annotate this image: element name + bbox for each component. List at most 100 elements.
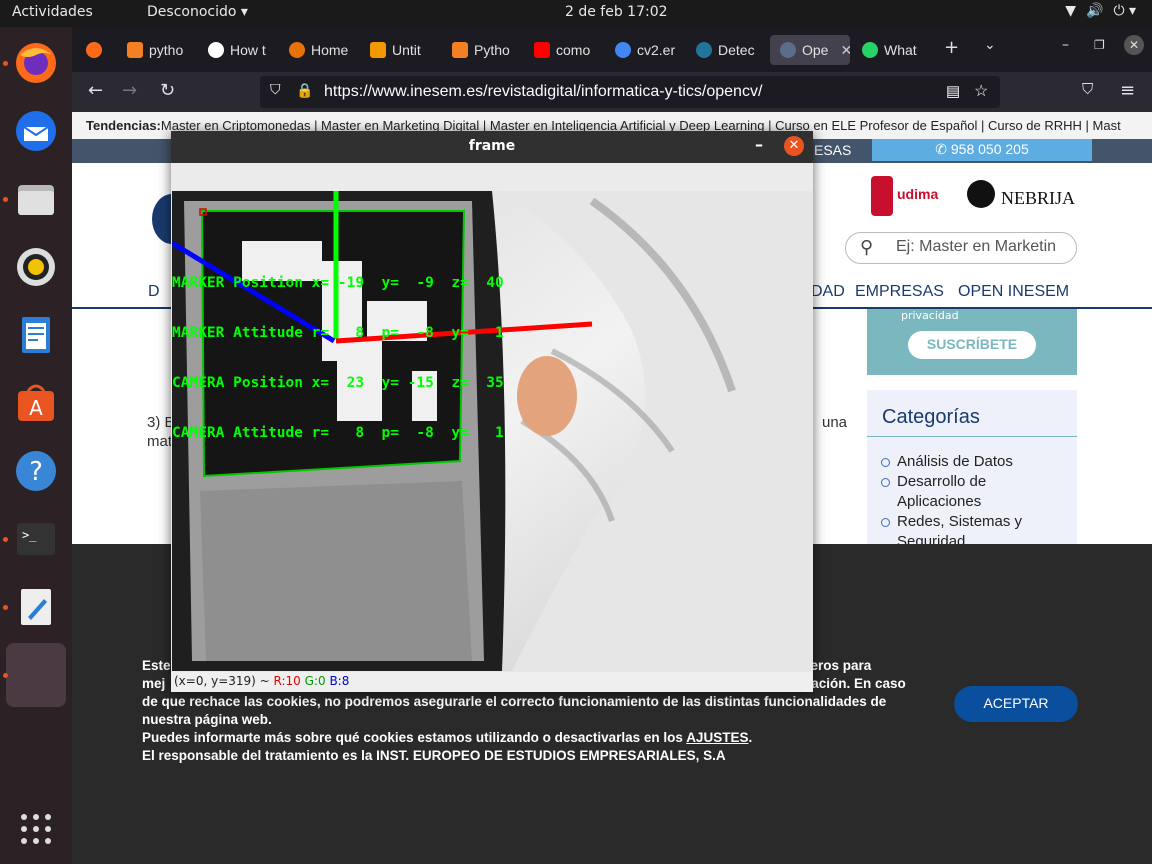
tab-favicon [534, 42, 550, 58]
tab-0[interactable]: pytho [117, 35, 195, 65]
tab-8-active[interactable]: Ope ✕ [770, 35, 850, 65]
phone-button[interactable]: ✆ 958 050 205 [872, 139, 1092, 161]
firefox-view-icon[interactable] [76, 35, 110, 65]
text-editor-icon[interactable] [8, 579, 64, 635]
article-text-right: una [822, 414, 848, 431]
frame-minimize-icon[interactable]: – [755, 135, 763, 154]
thunderbird-icon[interactable] [8, 103, 64, 159]
cookie-line: El responsable del tratamiento es la INS… [142, 748, 726, 763]
tab-label: pytho [149, 42, 184, 58]
tab-close-icon[interactable]: ✕ [840, 42, 850, 59]
nav-bar: ← → ↻ ⛉ 🔒 https://www.inesem.es/revistad… [72, 72, 1152, 112]
tab-1[interactable]: How t [198, 35, 276, 65]
tab-2[interactable]: Home [279, 35, 357, 65]
tab-5[interactable]: como [524, 35, 602, 65]
opencv-frame-window[interactable]: frame – ✕ MARKER Position x= -19 y= -9 z… [171, 131, 813, 692]
tab-label: Untit [392, 42, 421, 58]
search-placeholder: Ej: Master en Marketin [896, 238, 1057, 255]
maximize-icon[interactable]: ❐ [1094, 38, 1105, 52]
activities-button[interactable]: Actividades [12, 4, 93, 20]
active-window-item[interactable] [6, 643, 66, 707]
dock: A ? >_ [0, 27, 72, 864]
lock-icon[interactable]: 🔒 [296, 82, 313, 99]
status-green: G:0 [304, 674, 326, 688]
wifi-icon: ▼ [1065, 3, 1076, 19]
system-tray[interactable]: ▼ 🔊 ⏻ ▾ [1065, 3, 1136, 19]
categories-box: Categorías Análisis de Datos Desarrollo … [867, 390, 1077, 550]
url-text[interactable]: https://www.inesem.es/revistadigital/inf… [324, 83, 762, 101]
software-center-icon[interactable]: A [8, 375, 64, 431]
tab-label: cv2.er [637, 42, 676, 58]
show-apps-icon[interactable] [8, 801, 64, 857]
status-blue: B:8 [329, 674, 350, 688]
frame-statusbar: (x=0, y=319) ~ R:10 G:0 B:8 [171, 672, 813, 692]
system-top-bar: Actividades Desconocido ▾ 2 de feb 17:02… [0, 0, 1152, 27]
tab-3[interactable]: Untit [360, 35, 438, 65]
tab-4[interactable]: Pytho [442, 35, 520, 65]
tab-favicon [127, 42, 143, 58]
forward-icon[interactable]: → [122, 80, 137, 101]
tab-favicon [452, 42, 468, 58]
cookie-line: ceros para [803, 658, 872, 673]
menu-item-open-inesem[interactable]: OPEN INESEM [958, 283, 1069, 301]
tab-favicon [862, 42, 878, 58]
menu-item-empresas[interactable]: EMPRESAS [855, 283, 944, 301]
divider [867, 436, 1077, 437]
cookie-settings-link[interactable]: AJUSTES [686, 730, 748, 745]
partner-logos: udima NEBRIJA [869, 172, 1079, 226]
tracking-shield-icon[interactable]: ⛉ [270, 81, 281, 98]
menu-item-left[interactable]: D [148, 283, 160, 301]
newsletter-box: privacidad SUSCRÍBETE [867, 309, 1077, 375]
tab-7[interactable]: Detec [686, 35, 764, 65]
tab-9[interactable]: What [852, 35, 930, 65]
menu-icon[interactable]: ≡ [1120, 80, 1135, 101]
clock[interactable]: 2 de feb 17:02 [565, 4, 668, 20]
camera-feed[interactable]: MARKER Position x= -19 y= -9 z= 40 MARKE… [172, 191, 812, 671]
tab-label: What [884, 42, 917, 58]
tab-favicon [370, 42, 386, 58]
rhythmbox-icon[interactable] [8, 239, 64, 295]
site-search-input[interactable]: ⚲ Ej: Master en Marketin [845, 232, 1077, 264]
reader-view-icon[interactable]: ▤ [946, 82, 960, 100]
files-icon[interactable] [8, 171, 64, 227]
writer-icon[interactable] [8, 307, 64, 363]
tab-label: como [556, 42, 591, 58]
tab-label: Detec [718, 42, 755, 58]
reload-icon[interactable]: ↻ [160, 80, 175, 101]
close-window-icon[interactable]: ✕ [1124, 35, 1144, 55]
frame-close-icon[interactable]: ✕ [784, 136, 804, 156]
list-tabs-icon[interactable]: ⌄ [984, 37, 996, 53]
header-link-empresas[interactable]: ESAS [814, 142, 851, 158]
nebrija-logo-text: NEBRIJA [1001, 188, 1075, 208]
marker-position-text: MARKER Position x= -19 y= -9 z= 40 [172, 275, 504, 291]
menu-item-dad[interactable]: DAD [811, 283, 845, 301]
firefox-icon[interactable] [8, 35, 64, 91]
new-tab-icon[interactable]: + [944, 37, 959, 58]
udima-logo-text: udima [897, 186, 938, 202]
terminal-icon[interactable]: >_ [8, 511, 64, 567]
camera-attitude-text: CAMERA Attitude r= 8 p= -8 y= 1 [172, 425, 504, 441]
subscribe-button[interactable]: SUSCRÍBETE [908, 331, 1036, 359]
cookie-line: Este [142, 658, 171, 673]
tab-favicon [289, 42, 305, 58]
category-item[interactable]: Análisis de Datos [881, 452, 1061, 472]
category-item[interactable]: Desarrollo de Aplicaciones [881, 472, 1061, 512]
marker-attitude-text: MARKER Attitude r= 8 p= -8 y= 1 [172, 325, 504, 341]
bookmark-star-icon[interactable]: ☆ [974, 81, 988, 101]
tab-favicon [615, 42, 631, 58]
minimize-icon[interactable]: – [1062, 37, 1069, 53]
app-menu[interactable]: Desconocido ▾ [147, 4, 248, 20]
help-icon[interactable]: ? [8, 443, 64, 499]
pocket-icon[interactable]: ⛉ [1082, 80, 1093, 98]
frame-title: frame [468, 138, 516, 154]
cookie-line: gación. En caso [803, 676, 906, 691]
tab-label: Home [311, 42, 349, 58]
accept-cookies-button[interactable]: ACEPTAR [954, 686, 1078, 722]
tab-6[interactable]: cv2.er [605, 35, 683, 65]
status-coords: (x=0, y=319) ~ [174, 674, 274, 688]
svg-text:A: A [29, 396, 43, 420]
frame-titlebar[interactable]: frame – ✕ [171, 131, 813, 163]
url-bar[interactable]: ⛉ 🔒 https://www.inesem.es/revistadigital… [260, 76, 1000, 108]
back-icon[interactable]: ← [88, 80, 103, 101]
camera-position-text: CAMERA Position x= 23 y= -15 z= 35 [172, 375, 504, 391]
